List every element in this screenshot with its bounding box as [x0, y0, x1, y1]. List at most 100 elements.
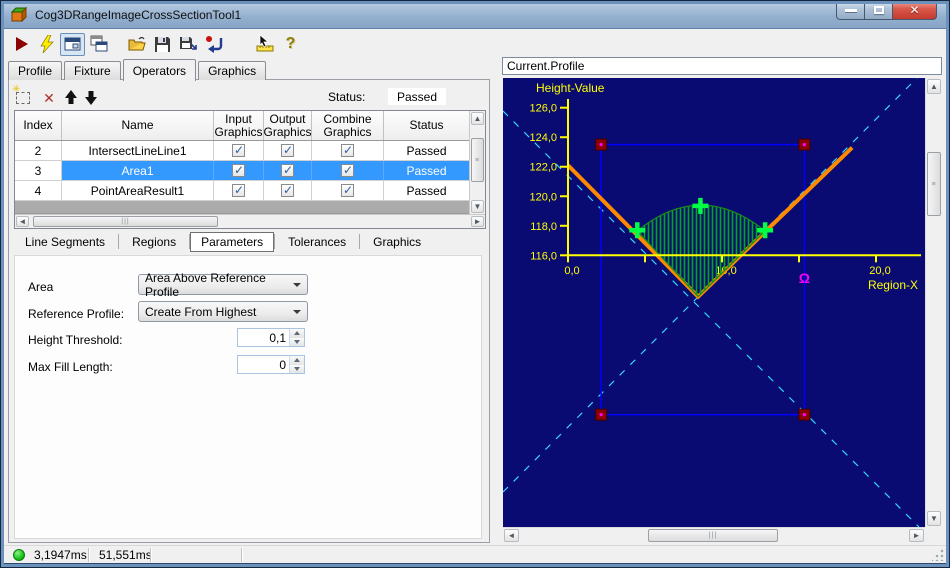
electric-tool-button[interactable] [252, 33, 277, 56]
area-select[interactable]: Area Above Reference Profile [138, 271, 308, 299]
display-record-select[interactable]: Current.Profile [502, 57, 942, 75]
rotation-handle: Ω [799, 270, 810, 286]
scroll-left-arrow[interactable]: ◄ [504, 529, 519, 542]
scroll-down-arrow[interactable]: ▼ [471, 200, 484, 213]
scroll-right-arrow[interactable]: ► [471, 216, 484, 227]
chart-hscroll-thumb[interactable]: ||| [648, 529, 778, 542]
grid-vscroll-thumb[interactable]: ≡ [471, 138, 484, 182]
combine-graphics-checkbox[interactable] [341, 183, 354, 197]
input-graphics-checkbox[interactable] [232, 163, 245, 177]
scroll-down-arrow[interactable]: ▼ [927, 511, 941, 526]
cell-output-graphics [264, 161, 312, 180]
reset-icon [206, 36, 223, 53]
height-threshold-value: 0,1 [269, 331, 286, 345]
save-button[interactable] [150, 33, 175, 56]
delete-operator-button[interactable]: ✕ [40, 89, 58, 107]
move-down-button[interactable] [82, 88, 100, 106]
title-bar: Cog3DRangeImageCrossSectionTool1 ✕ [1, 1, 949, 29]
spin-up-button[interactable] [290, 356, 304, 365]
subtab-tolerances[interactable]: Tolerances [275, 233, 359, 251]
maximize-button[interactable] [865, 1, 892, 20]
total-time: 51,551ms [99, 548, 152, 562]
combine-graphics-checkbox[interactable] [341, 143, 354, 157]
tab-fixture[interactable]: Fixture [64, 61, 121, 80]
max-fill-length-value: 0 [279, 358, 286, 372]
col-name[interactable]: Name [62, 111, 214, 140]
spin-up-button[interactable] [290, 329, 304, 338]
grid-row-pointarearesult1[interactable]: 4 PointAreaResult1 Passed [15, 181, 485, 201]
new-operator-icon [12, 84, 30, 104]
col-combine-graphics[interactable]: Combine Graphics [312, 111, 384, 140]
cell-output-graphics [264, 141, 312, 160]
save-as-button[interactable] [176, 33, 201, 56]
delete-icon: ✕ [43, 90, 55, 106]
app-window: Cog3DRangeImageCrossSectionTool1 ✕ ? Pro… [0, 0, 950, 568]
run-continuous-button[interactable] [34, 33, 59, 56]
subtab-graphics[interactable]: Graphics [360, 233, 434, 251]
close-button[interactable]: ✕ [892, 1, 937, 20]
grid-row-area1-selected[interactable]: 3 Area1 Passed [15, 161, 485, 181]
x-axis-title: Region-X [868, 278, 918, 292]
scroll-left-arrow[interactable]: ◄ [16, 216, 29, 227]
tool-status-indicator [13, 549, 25, 561]
subtab-regions[interactable]: Regions [119, 233, 189, 251]
minimize-button[interactable] [836, 1, 865, 20]
cell-status: Passed [406, 143, 447, 158]
grid-vscrollbar[interactable]: ▲ ≡ ▼ [469, 111, 485, 214]
subtab-line-segments[interactable]: Line Segments [12, 233, 118, 251]
cell-input-graphics [214, 141, 264, 160]
main-toolbar: ? [8, 31, 304, 57]
run-button[interactable] [8, 33, 33, 56]
output-graphics-checkbox[interactable] [281, 183, 294, 197]
input-graphics-checkbox[interactable] [232, 183, 245, 197]
chart-vscrollbar[interactable]: ▲ ≡ ▼ [925, 78, 942, 527]
col-index[interactable]: Index [15, 111, 62, 140]
chart-vscroll-thumb[interactable]: ≡ [927, 152, 941, 216]
display-record-value: Current.Profile [507, 59, 585, 73]
area-label: Area [28, 280, 54, 294]
col-output-graphics[interactable]: Output Graphics [264, 111, 312, 140]
output-graphics-checkbox[interactable] [281, 163, 294, 177]
col-status[interactable]: Status [384, 111, 469, 140]
input-graphics-checkbox[interactable] [232, 143, 245, 157]
tab-profile[interactable]: Profile [8, 61, 63, 80]
diagonal-guide [502, 110, 920, 528]
y-tick-label: 126,0 [529, 103, 557, 115]
app-icon [10, 6, 27, 23]
reset-button[interactable] [202, 33, 227, 56]
execution-time: 3,1947ms [34, 548, 87, 562]
operators-grid: Index Name Input Graphics Output Graphic… [14, 110, 486, 229]
grid-hscrollbar[interactable]: ◄ ||| ► [15, 214, 485, 228]
max-fill-length-stepper[interactable]: 0 [237, 355, 305, 374]
close-icon: ✕ [909, 3, 920, 17]
tab-operators[interactable]: Operators [122, 59, 197, 81]
grid-hscroll-thumb[interactable]: ||| [33, 216, 218, 227]
spin-down-button[interactable] [290, 364, 304, 373]
scroll-up-arrow[interactable]: ▲ [471, 112, 484, 125]
subtab-parameters[interactable]: Parameters [190, 231, 275, 252]
show-result-window-button[interactable] [60, 32, 85, 56]
add-operator-button[interactable] [12, 84, 32, 107]
combine-graphics-checkbox[interactable] [341, 163, 354, 177]
max-fill-length-label: Max Fill Length: [28, 360, 113, 374]
chart-hscrollbar[interactable]: ◄ ||| ► [503, 527, 925, 543]
operator-subtabs: Line Segments Regions Parameters Toleran… [12, 231, 434, 252]
output-graphics-checkbox[interactable] [281, 143, 294, 157]
scroll-up-arrow[interactable]: ▲ [927, 79, 941, 94]
move-up-button[interactable] [62, 88, 80, 106]
chevron-down-icon [293, 310, 301, 318]
profile-chart: Height-Value 126,0 124,0 122,0 120,0 118,0 116… [502, 77, 925, 528]
col-input-graphics[interactable]: Input Graphics [214, 111, 264, 140]
height-threshold-stepper[interactable]: 0,1 [237, 328, 305, 347]
spin-down-button[interactable] [290, 337, 304, 346]
float-windows-button[interactable] [86, 33, 111, 56]
scroll-right-arrow[interactable]: ► [909, 529, 924, 542]
cascade-windows-icon [90, 35, 107, 52]
grid-row-intersectlineline1[interactable]: 2 IntersectLineLine1 Passed [15, 141, 485, 161]
reference-profile-select[interactable]: Create From Highest [138, 301, 308, 322]
resize-grip[interactable] [932, 549, 944, 561]
status-bar: 3,1947ms 51,551ms [4, 545, 946, 563]
open-file-button[interactable] [124, 33, 149, 56]
help-button[interactable]: ? [278, 33, 303, 56]
tab-graphics[interactable]: Graphics [198, 61, 267, 80]
